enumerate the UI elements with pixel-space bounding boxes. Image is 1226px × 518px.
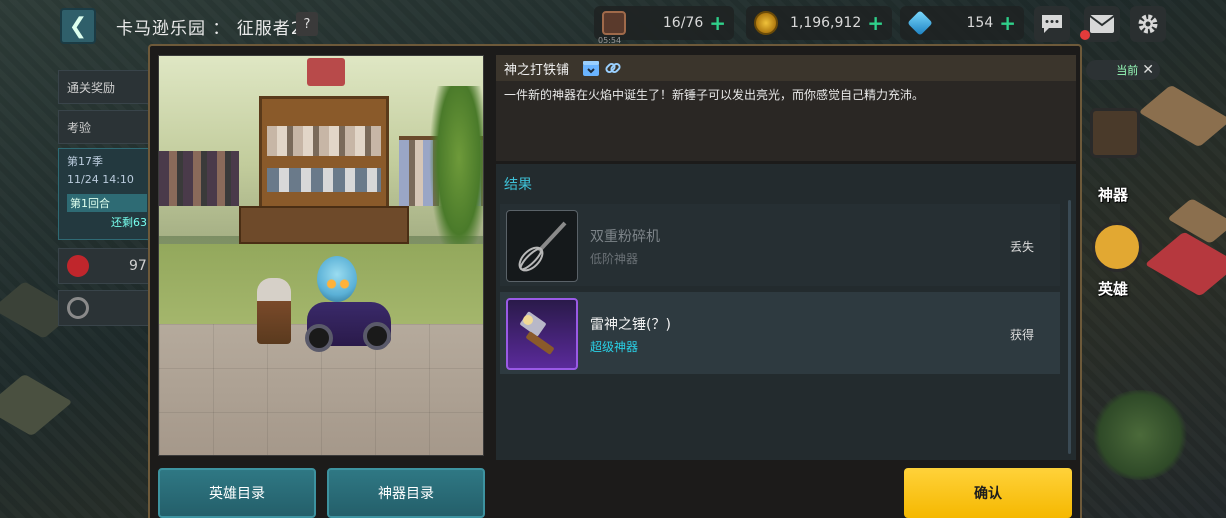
gem-value: 154: [966, 15, 994, 31]
help-button[interactable]: ?: [296, 12, 318, 36]
hero-catalog-label: 英雄目录: [209, 486, 265, 502]
item-name: 雷神之锤(？): [590, 317, 671, 333]
results-scrollbar[interactable]: [1068, 200, 1071, 454]
confirm-button[interactable]: 确认: [904, 468, 1072, 518]
stamina-value: 16/76: [662, 15, 704, 31]
season-label: 第17季: [67, 155, 103, 168]
coffee-icon: [602, 11, 626, 35]
item-slot: [506, 298, 578, 370]
coin-value: 1,196,912: [789, 15, 862, 31]
hero-catalog-button[interactable]: 英雄目录: [158, 468, 316, 518]
gem-icon: [907, 10, 933, 36]
clear-reward-label: 通关奖励: [67, 81, 116, 95]
confirm-label: 确认: [974, 486, 1002, 502]
settings-button[interactable]: [1130, 6, 1166, 42]
target-card[interactable]: [58, 290, 156, 326]
item-tier: 超级神器: [590, 340, 639, 354]
round-label: 第1回合: [67, 194, 147, 212]
chevron-left-icon: ❮: [68, 13, 88, 39]
link-icon[interactable]: [604, 59, 622, 77]
close-icon[interactable]: ✕: [1142, 62, 1154, 78]
event-illustration: [158, 55, 484, 456]
results-label: 结果: [504, 177, 532, 193]
shop-shelf: [259, 96, 389, 216]
page-title: 卡马逊乐园 ： 征服者2: [116, 19, 303, 39]
remaining-label: 还剩63: [111, 216, 147, 229]
artifact-map-icon[interactable]: [1090, 108, 1140, 158]
exam-tab[interactable]: 考验: [58, 110, 156, 144]
current-label: 当前: [1116, 64, 1139, 77]
notification-dot: [1080, 30, 1090, 40]
clear-reward-tab[interactable]: 通关奖励: [58, 70, 156, 104]
back-button[interactable]: ❮: [60, 8, 96, 44]
item-name: 双重粉碎机: [590, 229, 660, 245]
hero-label: 英雄: [1098, 280, 1129, 298]
event-description: 一件新的神器在火焰中诞生了！新锤子可以发出亮光，而你感觉自己精力充沛。: [504, 88, 925, 102]
shop-counter: [239, 206, 409, 244]
current-badge[interactable]: 当前 ✕: [1086, 60, 1160, 80]
hero-flame-eyes: [325, 278, 351, 290]
game-screen: ❮ 卡马逊乐园 ： 征服者2 ? 16/76 + 05:54 1,196,912…: [0, 0, 1226, 518]
shop-icon[interactable]: [582, 59, 600, 77]
motorcycle-wheel: [305, 324, 333, 352]
gear-icon: [1138, 14, 1158, 34]
item-tier: 低阶神器: [590, 252, 639, 266]
chat-icon: [1042, 15, 1062, 33]
coin-resource[interactable]: 1,196,912 +: [746, 6, 892, 40]
shop-shelf-items: [267, 126, 381, 156]
target-icon: [67, 297, 89, 319]
tree-decoration: [1090, 390, 1190, 480]
add-coin-icon[interactable]: +: [867, 11, 884, 35]
whisk-icon: [518, 221, 567, 272]
map-tile: [1144, 231, 1226, 297]
chat-button[interactable]: [1034, 6, 1070, 42]
add-stamina-icon[interactable]: +: [709, 11, 726, 35]
motorcycle-wheel: [363, 322, 391, 350]
artifact-catalog-button[interactable]: 神器目录: [327, 468, 485, 518]
hero-map-icon[interactable]: [1092, 222, 1142, 272]
add-gem-icon[interactable]: +: [999, 11, 1016, 35]
season-card: 第17季 11/24 14:10 第1回合 还剩63: [58, 148, 156, 240]
clothes-rack: [159, 151, 239, 206]
season-date: 11/24 14:10: [67, 173, 134, 186]
item-slot: [506, 210, 578, 282]
result-row-gained[interactable]: 雷神之锤(？) 超级神器 获得: [500, 292, 1060, 374]
item-state: 丢失: [1009, 240, 1034, 254]
map-tile: [0, 373, 73, 437]
item-state: 获得: [1009, 328, 1034, 342]
plant-decoration: [429, 86, 483, 266]
coin-icon: [754, 11, 778, 35]
stat-card: 97: [58, 248, 156, 284]
event-title: 神之打铁铺: [504, 63, 570, 78]
mail-button[interactable]: [1080, 6, 1120, 42]
power-icon: [67, 255, 89, 277]
shop-shelf-items: [267, 168, 381, 192]
stamina-resource[interactable]: 16/76 +: [594, 6, 734, 40]
mail-icon: [1089, 15, 1115, 33]
result-row-lost[interactable]: 双重粉碎机 低阶神器 丢失: [500, 204, 1060, 286]
exam-label: 考验: [67, 121, 92, 135]
map-tile: [1138, 84, 1226, 148]
shop-sign: [307, 58, 345, 86]
stat-value: 97: [129, 258, 147, 274]
artifact-label: 神器: [1098, 186, 1129, 204]
gem-resource[interactable]: 154 +: [900, 6, 1024, 40]
artifact-catalog-label: 神器目录: [378, 486, 434, 502]
hammer-icon: [520, 311, 554, 355]
blacksmith-character: [257, 278, 291, 344]
